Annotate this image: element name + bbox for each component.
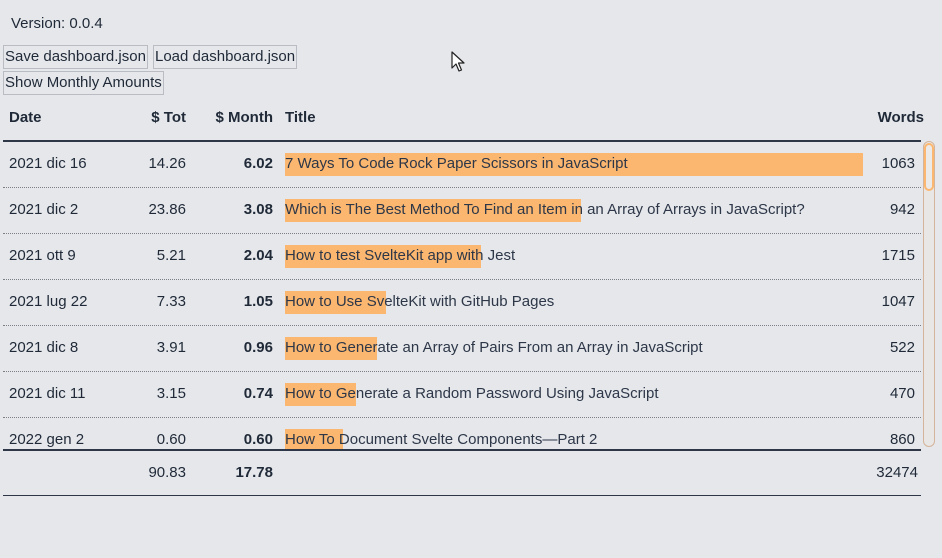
monthly-amount-cell: 2.04 [243, 247, 273, 264]
words-cell: 1715 [881, 247, 915, 264]
title-text[interactable]: How to Generate an Array of Pairs From a… [285, 339, 703, 356]
table-row[interactable]: 2021 dic 8 3.91 0.96 How to Generate an … [3, 326, 921, 372]
words-cell: 1047 [881, 293, 915, 310]
table-row[interactable]: 2021 ott 9 5.21 2.04 How to test SvelteK… [3, 234, 921, 280]
vertical-scrollbar[interactable] [920, 141, 937, 448]
table-row[interactable]: 2021 lug 22 7.33 1.05 How to Use SvelteK… [3, 280, 921, 326]
total-month-cell: 17.78 [235, 464, 273, 481]
totals-row: 90.83 17.78 32474 [3, 449, 921, 496]
title-text[interactable]: Which is The Best Method To Find an Item… [285, 201, 805, 218]
title-cell: 7 Ways To Code Rock Paper Scissors in Ja… [285, 153, 865, 176]
words-cell: 1063 [881, 155, 915, 172]
header-words[interactable]: Words [878, 109, 924, 126]
total-words-cell: 32474 [876, 464, 918, 481]
title-cell: How to Generate an Array of Pairs From a… [285, 337, 865, 360]
header-month[interactable]: $ Month [216, 109, 274, 126]
header-title[interactable]: Title [285, 109, 316, 126]
date-cell: 2021 dic 16 [9, 155, 87, 172]
words-cell: 860 [889, 431, 915, 448]
monthly-amount-cell: 1.05 [243, 293, 273, 310]
total-amount-cell: 3.91 [156, 339, 186, 356]
total-amount-cell: 3.15 [156, 385, 186, 402]
table-header: Date $ Tot $ Month Title Words [3, 98, 924, 142]
scrollbar-thumb[interactable] [924, 143, 934, 191]
version-label: Version: 0.0.4 [11, 15, 103, 32]
words-cell: 470 [889, 385, 915, 402]
table-row[interactable]: 2021 dic 11 3.15 0.74 How to Generate a … [3, 372, 921, 418]
words-cell: 942 [889, 201, 915, 218]
title-text[interactable]: How to Use SvelteKit with GitHub Pages [285, 293, 554, 310]
title-cell: How to Generate a Random Password Using … [285, 383, 865, 406]
monthly-amount-cell: 3.08 [243, 201, 273, 218]
total-amount-cell: 23.86 [148, 201, 186, 218]
words-cell: 522 [889, 339, 915, 356]
header-tot[interactable]: $ Tot [151, 109, 186, 126]
date-cell: 2021 dic 8 [9, 339, 79, 356]
monthly-amount-cell: 0.96 [243, 339, 273, 356]
total-amount-cell: 0.60 [156, 431, 186, 448]
total-amount-cell: 14.26 [148, 155, 186, 172]
save-dashboard-button[interactable]: Save dashboard.json [3, 45, 148, 69]
total-amount-cell: 7.33 [156, 293, 186, 310]
monthly-amount-cell: 0.74 [243, 385, 273, 402]
title-text[interactable]: How to Generate a Random Password Using … [285, 385, 659, 402]
table-row[interactable]: 2021 dic 16 14.26 6.02 7 Ways To Code Ro… [3, 142, 921, 188]
title-cell: How to test SvelteKit app with Jest [285, 245, 865, 268]
monthly-amount-cell: 6.02 [243, 155, 273, 172]
title-cell: How To Document Svelte Components—Part 2 [285, 429, 865, 449]
date-cell: 2021 ott 9 [9, 247, 76, 264]
load-dashboard-button[interactable]: Load dashboard.json [153, 45, 298, 69]
table-body[interactable]: 2021 dic 16 14.26 6.02 7 Ways To Code Ro… [3, 142, 921, 449]
mouse-pointer-icon [451, 51, 465, 72]
title-text[interactable]: 7 Ways To Code Rock Paper Scissors in Ja… [285, 155, 628, 172]
total-tot-cell: 90.83 [148, 464, 186, 481]
date-cell: 2022 gen 2 [9, 431, 85, 448]
title-text[interactable]: How to test SvelteKit app with Jest [285, 247, 515, 264]
monthly-amount-cell: 0.60 [243, 431, 273, 448]
date-cell: 2021 dic 2 [9, 201, 79, 218]
title-text[interactable]: How To Document Svelte Components—Part 2 [285, 431, 597, 448]
date-cell: 2021 dic 11 [9, 385, 86, 402]
date-cell: 2021 lug 22 [9, 293, 88, 310]
title-cell: Which is The Best Method To Find an Item… [285, 199, 865, 222]
table-row[interactable]: 2022 gen 2 0.60 0.60 How To Document Sve… [3, 418, 921, 449]
title-cell: How to Use SvelteKit with GitHub Pages [285, 291, 865, 314]
show-monthly-amounts-button[interactable]: Show Monthly Amounts [3, 71, 164, 95]
articles-table: Date $ Tot $ Month Title Words 2021 dic … [3, 98, 924, 496]
header-date[interactable]: Date [9, 109, 42, 126]
total-amount-cell: 5.21 [156, 247, 186, 264]
table-row[interactable]: 2021 dic 2 23.86 3.08 Which is The Best … [3, 188, 921, 234]
